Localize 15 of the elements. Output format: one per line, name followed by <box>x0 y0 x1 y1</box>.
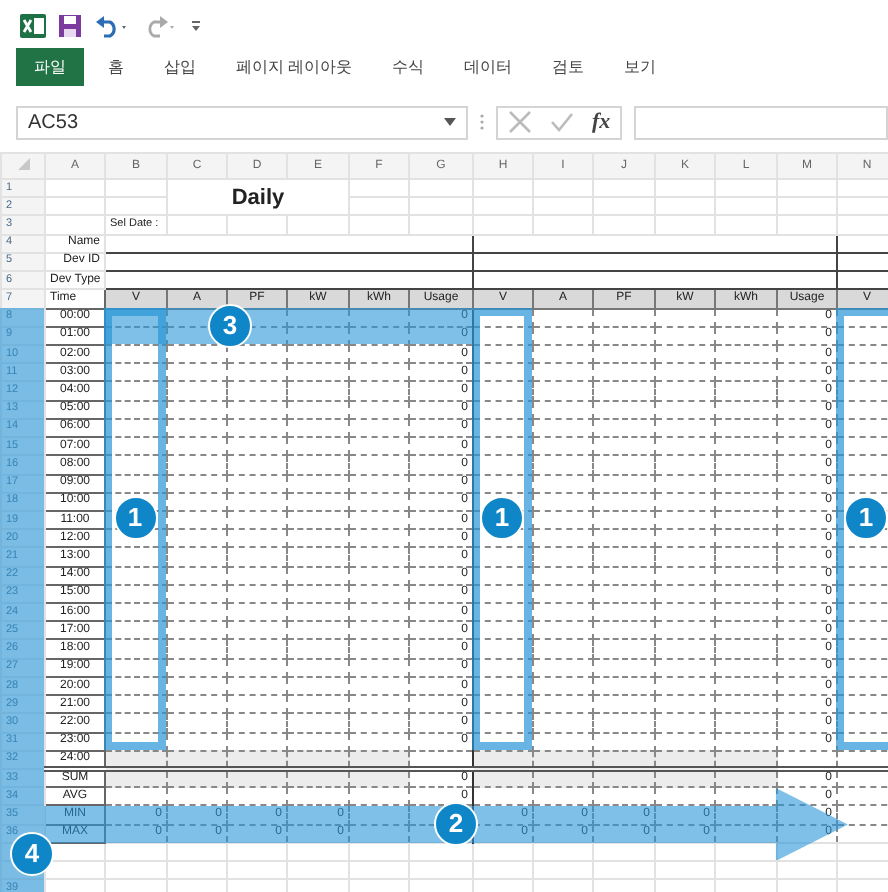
ribbon-tab[interactable]: 검토 <box>532 49 605 83</box>
ribbon-tab[interactable]: 페이지 레이아웃 <box>216 49 373 83</box>
name-box[interactable]: AC53 <box>16 105 468 139</box>
ribbon-tab[interactable]: 수식 <box>372 49 445 83</box>
ribbon-tab[interactable]: 데이터 <box>444 49 533 83</box>
step-badge: 1 <box>480 496 524 541</box>
ribbon-tab[interactable]: 홈 <box>88 49 144 83</box>
step-badge: 1 <box>844 496 888 541</box>
ribbon-tab[interactable]: 삽입 <box>144 49 216 83</box>
sheet-title: Daily <box>231 185 285 210</box>
ribbon-tab[interactable]: 보기 <box>604 49 677 83</box>
insert-function-button[interactable]: fx <box>592 110 611 134</box>
file-tab[interactable]: 파일 <box>16 47 84 85</box>
step-badge: 2 <box>434 802 478 847</box>
step-badge: 1 <box>113 496 157 541</box>
